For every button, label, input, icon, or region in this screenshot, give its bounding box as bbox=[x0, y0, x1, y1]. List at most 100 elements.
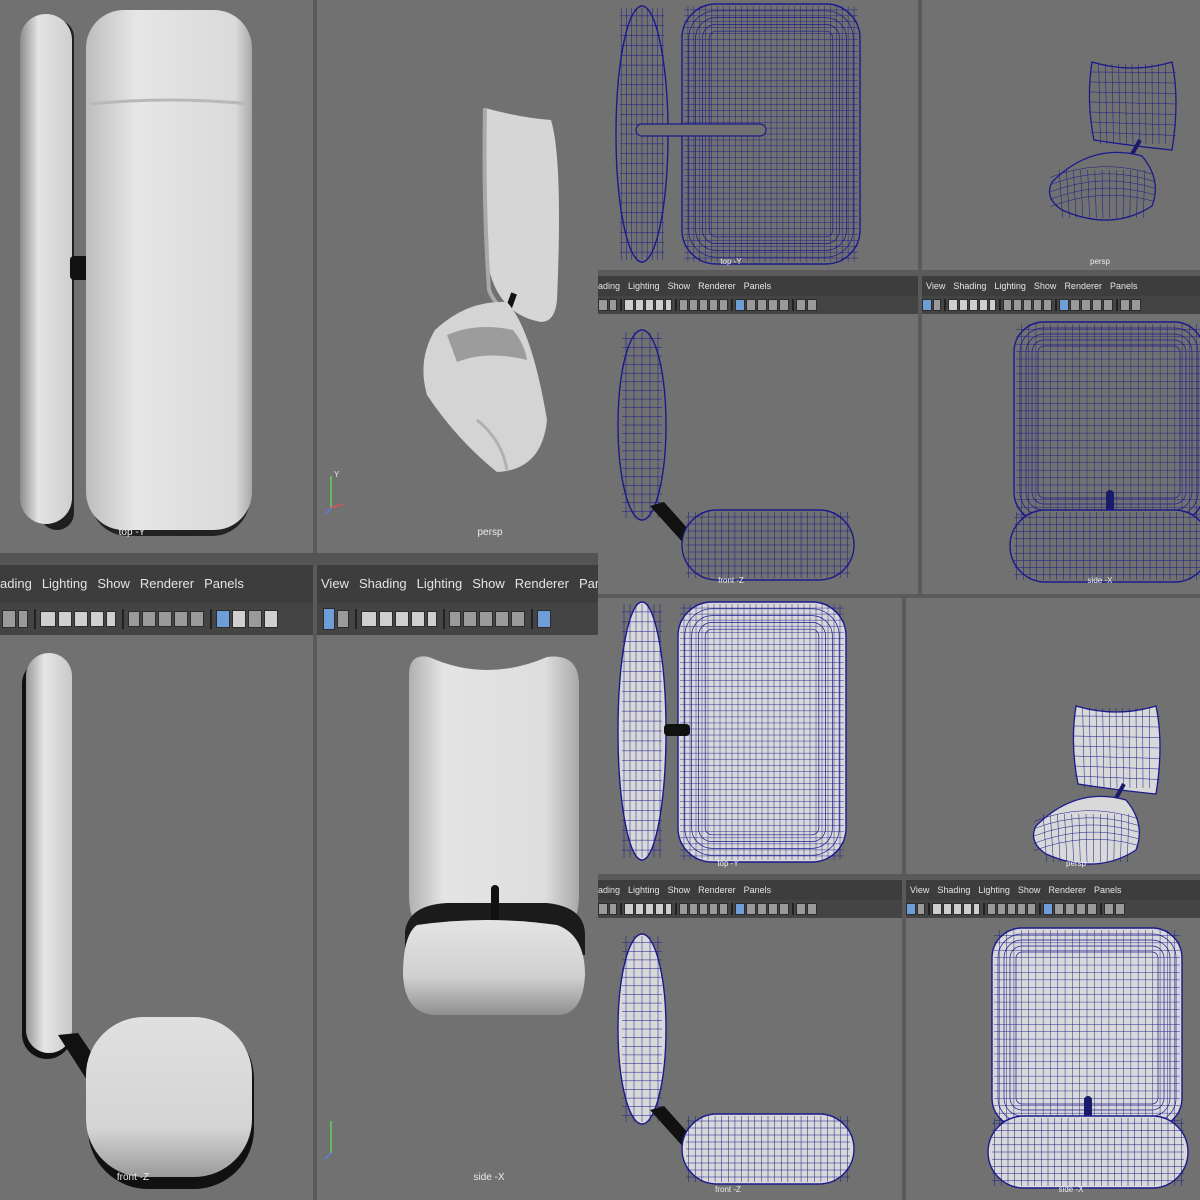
viewport-top-shaded[interactable]: top -Y bbox=[0, 0, 313, 553]
toolbar-icon[interactable] bbox=[746, 299, 756, 311]
toolbar-icon[interactable] bbox=[635, 903, 644, 915]
viewport-persp-wire-1[interactable]: persp bbox=[922, 0, 1200, 270]
toolbar-icon[interactable] bbox=[1070, 299, 1080, 311]
menu-lighting[interactable]: Lighting bbox=[628, 885, 660, 895]
select-camera-icon[interactable] bbox=[323, 608, 335, 630]
menu-shading[interactable]: Shading bbox=[937, 885, 970, 895]
toolbar-icon[interactable] bbox=[1043, 903, 1053, 915]
toolbar-icon[interactable] bbox=[1104, 903, 1114, 915]
toolbar-icon[interactable] bbox=[1003, 299, 1012, 311]
toolbar-icon[interactable] bbox=[1007, 903, 1016, 915]
viewport-top-wire-2[interactable]: top -Y bbox=[598, 598, 902, 874]
toolbar-icon[interactable] bbox=[74, 611, 88, 627]
toolbar-icon[interactable] bbox=[768, 903, 778, 915]
toolbar-icon[interactable] bbox=[1033, 299, 1042, 311]
toolbar-icon[interactable] bbox=[768, 299, 778, 311]
toolbar-icon[interactable] bbox=[917, 903, 925, 915]
toolbar-icon[interactable] bbox=[709, 299, 718, 311]
toolbar-icon[interactable] bbox=[989, 299, 996, 311]
menu-view[interactable]: View bbox=[926, 281, 945, 291]
toolbar-icon[interactable] bbox=[609, 299, 617, 311]
menu-renderer[interactable]: Renderer bbox=[698, 885, 736, 895]
toolbar-icon[interactable] bbox=[511, 611, 525, 627]
toolbar-icon[interactable] bbox=[158, 611, 172, 627]
menu-show[interactable]: Show bbox=[472, 576, 505, 591]
toolbar-icon[interactable] bbox=[719, 903, 728, 915]
toolbar-icon[interactable] bbox=[1092, 299, 1102, 311]
menu-shading[interactable]: ading bbox=[0, 576, 32, 591]
toolbar-icon[interactable] bbox=[997, 903, 1006, 915]
menu-renderer[interactable]: Renderer bbox=[1048, 885, 1086, 895]
toolbar-icon[interactable] bbox=[719, 299, 728, 311]
wireframe-icon[interactable] bbox=[216, 610, 230, 628]
toolbar-icon[interactable] bbox=[337, 610, 349, 628]
camera-icon[interactable] bbox=[361, 611, 377, 627]
toolbar-icon[interactable] bbox=[922, 299, 932, 311]
toolbar-icon[interactable] bbox=[699, 903, 708, 915]
toolbar-icon[interactable] bbox=[1076, 903, 1086, 915]
toolbar-icon[interactable] bbox=[655, 299, 664, 311]
toolbar-icon[interactable] bbox=[746, 903, 756, 915]
menu-renderer[interactable]: Renderer bbox=[1064, 281, 1102, 291]
toolbar-icon[interactable] bbox=[735, 299, 745, 311]
toolbar-icon[interactable] bbox=[943, 903, 952, 915]
toolbar-icon[interactable] bbox=[959, 299, 968, 311]
toolbar-icon[interactable] bbox=[807, 299, 817, 311]
toolbar-icon[interactable] bbox=[18, 610, 28, 628]
menu-lighting[interactable]: Lighting bbox=[994, 281, 1026, 291]
menu-show[interactable]: Show bbox=[1034, 281, 1057, 291]
menu-show[interactable]: Show bbox=[668, 281, 691, 291]
toolbar-icon[interactable] bbox=[709, 903, 718, 915]
toolbar-icon[interactable] bbox=[963, 903, 972, 915]
grid-icon[interactable] bbox=[449, 611, 461, 627]
toolbar-icon[interactable] bbox=[679, 299, 688, 311]
toolbar-icon[interactable] bbox=[969, 299, 978, 311]
menu-lighting[interactable]: Lighting bbox=[978, 885, 1010, 895]
viewport-persp-shaded[interactable]: Y persp bbox=[317, 0, 598, 553]
menu-panels[interactable]: Panels bbox=[204, 576, 244, 591]
menu-view[interactable]: View bbox=[321, 576, 349, 591]
toolbar-icon[interactable] bbox=[757, 903, 767, 915]
light-icon[interactable] bbox=[264, 610, 278, 628]
toolbar-icon[interactable] bbox=[598, 903, 608, 915]
toolbar-icon[interactable] bbox=[1120, 299, 1130, 311]
menu-renderer[interactable]: Renderer bbox=[140, 576, 194, 591]
menu-renderer[interactable]: Renderer bbox=[515, 576, 569, 591]
toolbar-icon[interactable] bbox=[1017, 903, 1026, 915]
toolbar-icon[interactable] bbox=[624, 903, 634, 915]
menu-lighting[interactable]: Lighting bbox=[42, 576, 88, 591]
menu-show[interactable]: Show bbox=[97, 576, 130, 591]
toolbar-icon[interactable] bbox=[807, 903, 817, 915]
toolbar-icon[interactable] bbox=[655, 903, 664, 915]
menu-show[interactable]: Show bbox=[1018, 885, 1041, 895]
toolbar-icon[interactable] bbox=[779, 903, 789, 915]
toolbar-icon[interactable] bbox=[796, 299, 806, 311]
toolbar-icon[interactable] bbox=[479, 611, 493, 627]
menu-show[interactable]: Show bbox=[668, 885, 691, 895]
toolbar-icon[interactable] bbox=[645, 299, 654, 311]
toolbar-icon[interactable] bbox=[645, 903, 654, 915]
toolbar-icon[interactable] bbox=[463, 611, 477, 627]
viewport-front-wire-1[interactable]: front -Z bbox=[598, 314, 918, 594]
smooth-shade-icon[interactable] bbox=[232, 610, 246, 628]
viewport-side-wire-2[interactable]: side -X bbox=[906, 918, 1200, 1200]
wireframe-icon[interactable] bbox=[537, 610, 551, 628]
toolbar-icon[interactable] bbox=[665, 299, 672, 311]
toolbar-icon[interactable] bbox=[190, 611, 204, 627]
toolbar-icon[interactable] bbox=[987, 903, 996, 915]
toolbar-icon[interactable] bbox=[679, 903, 688, 915]
menu-shading[interactable]: ading bbox=[598, 885, 620, 895]
toolbar-icon[interactable] bbox=[624, 299, 634, 311]
toolbar-icon[interactable] bbox=[973, 903, 980, 915]
viewport-persp-wire-2[interactable]: persp bbox=[906, 598, 1200, 874]
toolbar-icon[interactable] bbox=[906, 903, 916, 915]
menu-panels[interactable]: Panels bbox=[744, 281, 772, 291]
texture-icon[interactable] bbox=[248, 610, 262, 628]
toolbar-icon[interactable] bbox=[1065, 903, 1075, 915]
camera-icon[interactable] bbox=[40, 611, 56, 627]
toolbar-icon[interactable] bbox=[1043, 299, 1052, 311]
pencil-icon[interactable] bbox=[427, 611, 437, 627]
menu-renderer[interactable]: Renderer bbox=[698, 281, 736, 291]
viewport-front-shaded[interactable]: front -Z bbox=[0, 635, 313, 1200]
viewport-side-wire-1[interactable]: side -X bbox=[922, 314, 1200, 594]
